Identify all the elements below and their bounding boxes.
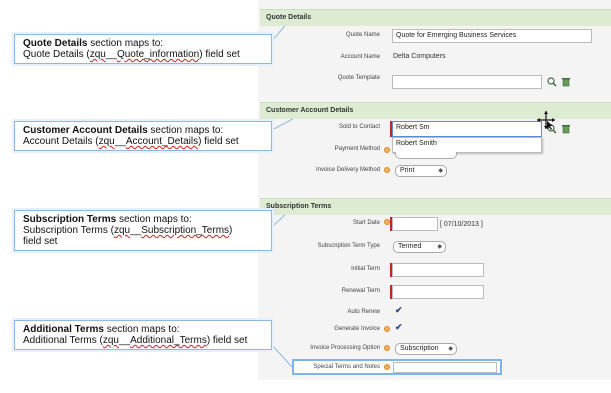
help-icon[interactable] [384,345,390,351]
subscription-term-type-label: Subscription Term Type [317,243,380,249]
quote-name-label: Quote Name [345,32,380,38]
invoice-processing-value: Subscription [400,345,439,352]
callout-text: section maps to: [116,214,192,225]
move-cursor-icon [537,111,555,130]
invoice-delivery-label: Invoice Delivery Method [315,167,380,173]
callout-text: Quote Details ( [23,49,90,60]
generate-invoice-label: Generate Invoice [334,326,380,332]
callout-text: ) field set [199,49,240,60]
section-header-customer-account: Customer Account Details [260,102,611,119]
payment-method-label: Payment Method [334,146,380,152]
callout-text: section maps to: [147,125,224,136]
subscription-term-type-select[interactable]: Termed ◆ [393,241,446,253]
callout-title: Customer Account Details [23,125,148,136]
subscription-term-type-value: Termed [398,243,422,250]
callout-additional-terms: Additional Terms section maps to: Additi… [14,320,272,350]
callout-customer-account: Customer Account Details section maps to… [14,121,272,151]
callout-text: Additional Terms ( [23,335,103,346]
delete-icon[interactable] [561,77,571,87]
quote-template-label: Quote Template [337,75,380,81]
quote-name-input[interactable]: Quote for Emerging Business Services [392,29,592,43]
callout-text: __ [114,136,126,147]
special-terms-label: Special Terms and Notes [313,364,380,370]
callout-text: field set [23,236,58,247]
auto-renew-label: Auto Renew [347,309,380,315]
invoice-delivery-select[interactable]: Print ◆ [395,165,447,177]
callout-text: Subscription Terms ( [23,225,114,236]
initial-term-label: Initial Term [351,266,380,272]
callout-text: section maps to: [103,324,180,335]
callout-text: __ [118,335,131,346]
start-date-label: Start Date [352,220,380,226]
section-header-subscription-terms: Subscription Terms [260,198,611,215]
callout-text: __ [105,49,117,60]
section-header-quote-details: Quote Details [260,9,611,26]
callout-text: section maps to: [87,38,164,49]
initial-term-input[interactable] [392,263,484,277]
account-name-label: Account Name [340,54,380,60]
help-icon[interactable] [384,167,390,173]
callout-title: Subscription Terms [23,214,117,225]
chevron-updown-icon: ◆ [437,244,442,250]
callout-text: Additional_Terms [130,335,207,346]
callout-text: zqu [102,335,119,346]
quote-template-input[interactable] [392,75,542,89]
start-date-input[interactable] [392,217,438,231]
generate-invoice-checkbox[interactable]: ✔ [395,323,404,332]
callout-text: zqu [89,49,106,60]
sold-to-contact-label: Sold to Contact [338,124,380,130]
callout-title: Quote Details [23,38,88,49]
callout-text: zqu [98,136,115,147]
callout-text: Account Details ( [23,136,99,147]
account-name-value: Delta Computers [393,53,446,60]
delete-icon[interactable] [561,124,571,134]
callout-quote-details: Quote Details section maps to: Quote Det… [14,34,272,64]
screenshot: { "sections": { "quote_details": "Quote … [0,0,611,393]
callout-text: Quote_information [116,49,200,60]
start-date-today-link[interactable]: [ 07/10/2013 ] [440,221,483,228]
auto-renew-checkbox[interactable]: ✔ [395,306,404,315]
renewal-term-input[interactable] [392,285,484,299]
callout-text: zqu [113,225,131,236]
callout-text: Subscription_Terms [141,225,230,236]
payment-method-select[interactable] [395,152,457,159]
callout-text: Account_Details [125,136,199,147]
invoice-processing-label: Invoice Processing Option [310,345,380,351]
callout-text: ) field set [206,335,248,346]
help-icon[interactable] [384,326,390,332]
sold-to-contact-input[interactable]: Robert Sm [392,121,542,137]
invoice-processing-select[interactable]: Subscription ◆ [395,343,457,355]
autocomplete-suggestion[interactable]: Robert Smith [392,137,542,153]
chevron-updown-icon: ◆ [438,168,443,174]
chevron-updown-icon: ◆ [448,346,453,352]
invoice-delivery-value: Print [400,167,415,174]
help-icon[interactable] [384,364,390,370]
callout-title: Additional Terms [23,324,104,335]
lookup-icon[interactable] [547,77,557,87]
callout-text: ) [229,225,233,236]
callout-text: ) field set [198,136,239,147]
help-icon[interactable] [384,147,390,153]
renewal-term-label: Renewal Term [341,288,380,294]
callout-text: __ [130,225,142,236]
special-terms-input[interactable] [393,362,497,373]
callout-subscription-terms: Subscription Terms section maps to: Subs… [14,210,272,251]
